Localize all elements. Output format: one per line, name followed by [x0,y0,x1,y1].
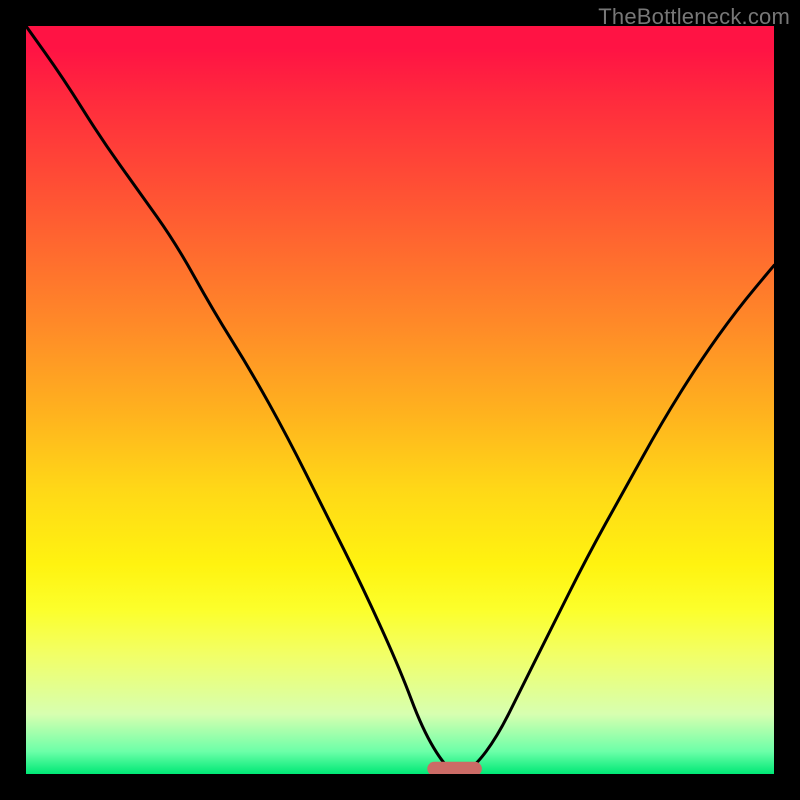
plot-area [26,26,774,774]
chart-stage: TheBottleneck.com [0,0,800,800]
bottleneck-curve [26,26,774,772]
watermark-text: TheBottleneck.com [598,4,790,30]
curve-layer [26,26,774,774]
optimum-marker [427,762,482,774]
